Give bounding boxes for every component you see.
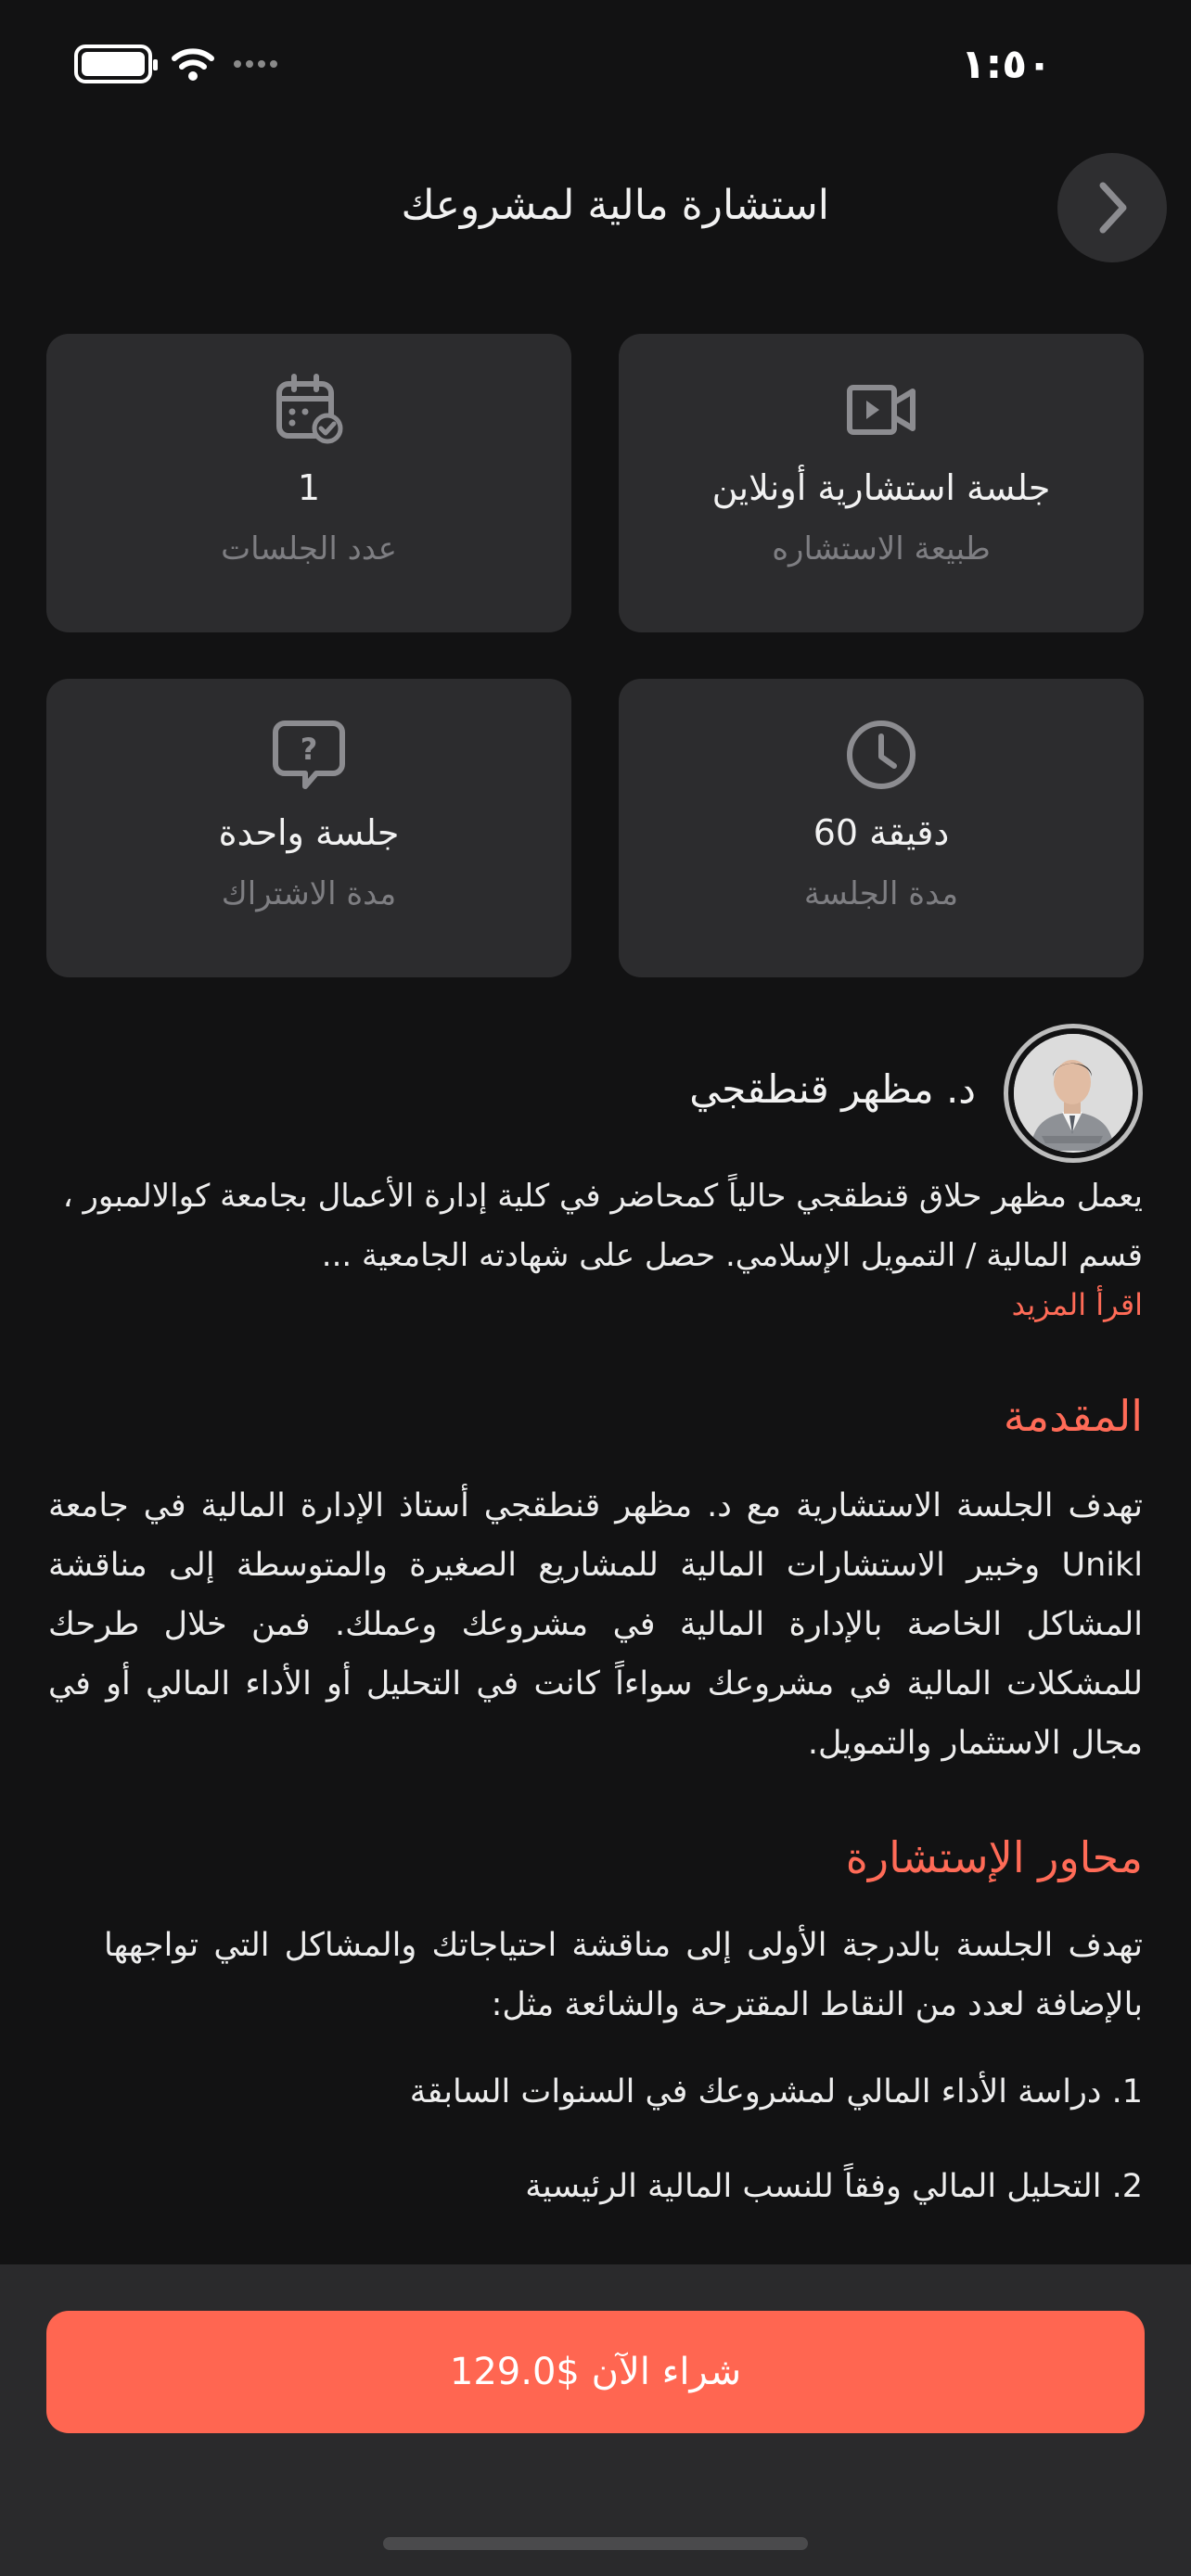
clock-icon bbox=[844, 718, 918, 792]
sessions-count-label: عدد الجلسات bbox=[221, 530, 397, 567]
wifi-icon bbox=[172, 48, 214, 81]
battery-icon bbox=[74, 45, 158, 83]
question-bubble-icon: ? bbox=[272, 718, 346, 792]
calendar-check-icon bbox=[272, 373, 346, 447]
consultation-type-value: جلسة استشارية أونلاين bbox=[711, 467, 1051, 508]
buy-now-button[interactable]: شراء الآن $129.0 bbox=[46, 2311, 1145, 2433]
list-item: 1. دراسة الأداء المالي لمشروعك في السنوا… bbox=[409, 2073, 1143, 2111]
info-card-session-duration: دقيقة 60 مدة الجلسة bbox=[619, 679, 1144, 977]
info-card-sessions-count: 1 عدد الجلسات bbox=[46, 334, 571, 632]
home-indicator bbox=[383, 2537, 808, 2550]
consultation-type-label: طبيعة الاستشاره bbox=[772, 530, 991, 567]
subscription-duration-label: مدة الاشتراك bbox=[221, 875, 397, 912]
axes-title: محاور الإستشارة bbox=[845, 1832, 1143, 1882]
session-duration-label: مدة الجلسة bbox=[803, 875, 959, 912]
axes-text: تهدف الجلسة بالدرجة الأولى إلى مناقشة اح… bbox=[104, 1927, 1143, 2023]
svg-text:?: ? bbox=[301, 732, 318, 767]
signal-icon bbox=[234, 60, 277, 68]
list-item: 2. التحليل المالي وفقاً للنسب المالية ال… bbox=[525, 2168, 1143, 2205]
chevron-right-icon bbox=[1099, 182, 1127, 234]
sessions-count-value: 1 bbox=[297, 467, 321, 508]
video-camera-icon bbox=[844, 373, 918, 447]
read-more-link[interactable]: اقرأ المزيد bbox=[1012, 1287, 1143, 1322]
status-icons bbox=[74, 45, 277, 83]
page-title: استشارة مالية لمشروعك bbox=[401, 182, 829, 229]
screen: ١:٥٠ استشارة مالية لمشروعك جلسة استشارية… bbox=[0, 0, 1191, 2576]
info-card-subscription-duration: ? جلسة واحدة مدة الاشتراك bbox=[46, 679, 571, 977]
session-duration-value: دقيقة 60 bbox=[813, 812, 950, 853]
back-button[interactable] bbox=[1057, 153, 1167, 262]
intro-text: تهدف الجلسة الاستشارية مع د. مظهر قنطقجي… bbox=[48, 1487, 1143, 1762]
intro-title: المقدمة bbox=[1003, 1391, 1143, 1441]
instructor-avatar[interactable] bbox=[1004, 1024, 1143, 1163]
status-time: ١:٥٠ bbox=[960, 41, 1052, 88]
subscription-duration-value: جلسة واحدة bbox=[218, 812, 400, 853]
info-card-consultation-type: جلسة استشارية أونلاين طبيعة الاستشاره bbox=[619, 334, 1144, 632]
instructor-bio: يعمل مظهر حلاق قنطقجي حالياً كمحاضر في ك… bbox=[62, 1178, 1143, 1274]
instructor-name: د. مظهر قنطقجي bbox=[689, 1066, 976, 1112]
